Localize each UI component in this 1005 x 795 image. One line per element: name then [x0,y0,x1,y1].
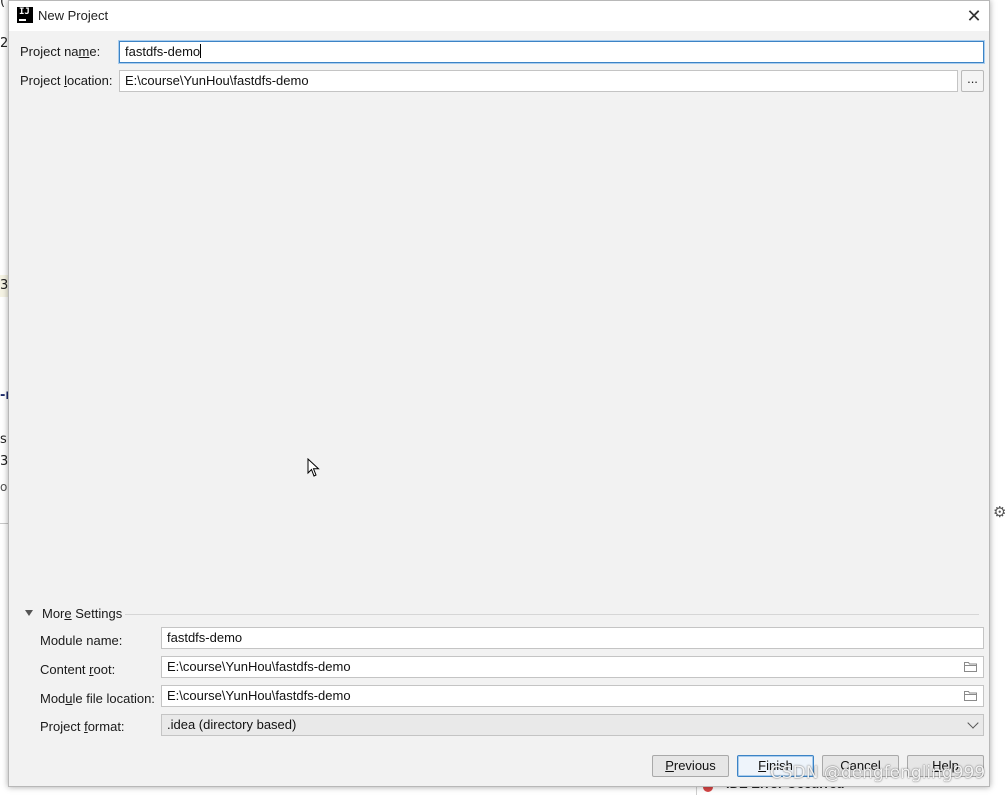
section-divider [125,614,979,615]
dialog-title: New Project [38,8,109,23]
intellij-logo-icon: IJ [17,7,33,23]
module-name-label: Module name: [40,633,123,648]
content-root-input[interactable]: E:\course\YunHou\fastdfs-demo [161,656,984,678]
watermark: CSDN @dengfengling999 [770,763,986,783]
new-project-dialog: IJ New Project ✕ Project name: fastdfs-d… [8,0,990,787]
content-root-label: Content root: [40,662,116,677]
mouse-pointer-icon [307,458,320,477]
module-file-location-label: Module file location: [40,691,155,706]
background-text: s [0,432,7,447]
project-name-label: Project name: [20,44,101,59]
background-text: ( [0,0,6,9]
more-settings-label: More Settings [42,606,123,621]
folder-icon[interactable] [964,690,978,701]
project-location-label: Project location: [20,73,113,88]
gear-icon: ⚙ [993,504,1005,521]
collapse-triangle-icon [25,610,33,616]
background-divider [0,523,8,524]
project-location-input[interactable]: E:\course\YunHou\fastdfs-demo [119,70,958,92]
more-settings-toggle[interactable]: More Settings [25,606,985,622]
chevron-down-icon [967,717,979,729]
background-ide-right [990,0,1005,795]
module-file-location-input[interactable]: E:\course\YunHou\fastdfs-demo [161,685,984,707]
project-format-label: Project format: [40,719,125,734]
text-caret [200,44,202,58]
folder-icon[interactable] [964,661,978,672]
previous-button[interactable]: Previous [652,755,729,777]
close-icon[interactable]: ✕ [959,1,989,31]
title-bar: IJ New Project ✕ [9,1,989,31]
project-format-select[interactable]: .idea (directory based) [161,714,984,736]
project-name-input[interactable]: fastdfs-demo [119,41,984,63]
browse-location-button[interactable]: ... [961,70,984,92]
module-name-input[interactable]: fastdfs-demo [161,627,984,649]
